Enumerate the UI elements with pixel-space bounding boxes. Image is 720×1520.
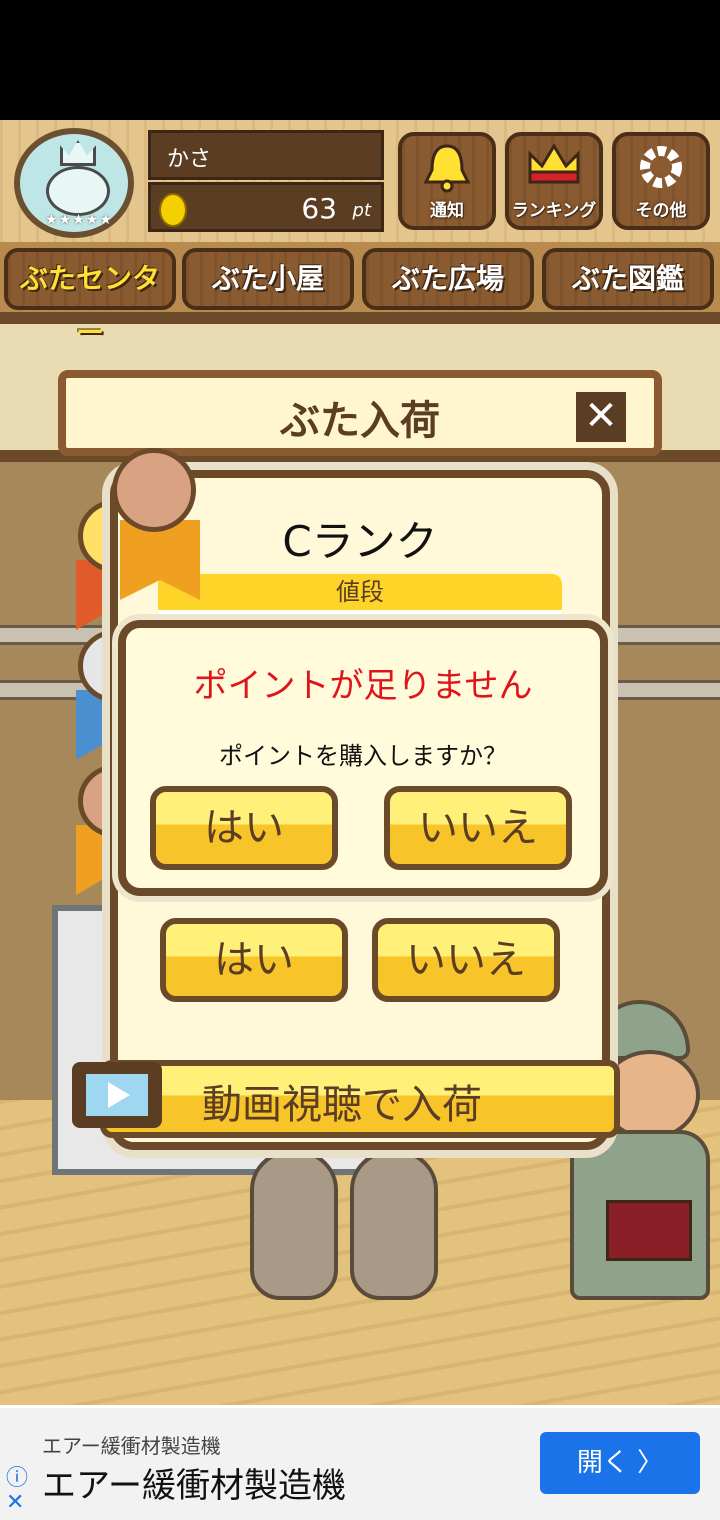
ad-close-icon[interactable]: ✕ [6,1490,24,1515]
other-label: その他 [635,201,687,221]
bell-icon [402,142,492,204]
red-book [606,1200,692,1261]
price-header: 値段 [158,574,562,610]
player-name: かさ [148,130,384,180]
rank-medal-icon [112,448,196,532]
status-bar [0,0,720,120]
roof-beam [0,312,720,324]
dialog-title: ポイントが足りません [193,666,533,706]
pig-character [250,1150,338,1300]
coin-icon [159,193,187,227]
watch-video-label: 動画視聴で入荷 [202,1082,482,1128]
card-no-button[interactable]: いいえ [372,918,560,1002]
close-button[interactable]: ✕ [576,392,626,442]
crown-icon [509,142,599,198]
pig-character [350,1150,438,1300]
tab-buta-zukan[interactable]: ぶた図鑑 [542,248,714,310]
tab-buta-hiroba[interactable]: ぶた広場 [362,248,534,310]
avatar-rank-stars: ★★★★★ [45,212,113,228]
ranking-label: ランキング [511,201,597,221]
points-unit: pt [352,200,371,221]
dialog-no-button[interactable]: いいえ [384,786,572,870]
points-display: 63 pt [148,182,384,232]
notifications-label: 通知 [430,201,464,221]
tab-buta-center[interactable]: ぶたセンター [4,248,176,349]
dialog-message: ポイントを購入しますか？ [219,742,507,770]
panel-title-banner: ぶた入荷 ✕ [58,370,662,456]
card-yes-button[interactable]: はい [160,918,348,1002]
game-area: ★★★★★ かさ 63 pt 通知 ランキング その他 ぶたセンター ぶた小屋 … [0,120,720,1405]
avatar-pig-icon [46,166,110,216]
ad-headline-small[interactable]: エアー緩衝材製造機 [42,1430,221,1459]
insufficient-points-dialog: ポイントが足りません ポイントを購入しますか？ はい いいえ [118,620,608,896]
panel-title: ぶた入荷 [280,398,440,444]
video-icon [72,1062,162,1128]
points-value: 63 [301,192,337,225]
other-button[interactable]: その他 [612,132,710,230]
player-avatar[interactable]: ★★★★★ [14,128,134,238]
ad-open-label: 開く [576,1448,629,1478]
chevron-right-icon: 〉 [637,1448,664,1478]
ad-headline-large[interactable]: エアー緩衝材製造機 [42,1458,346,1507]
tab-buta-goya[interactable]: ぶた小屋 [182,248,354,310]
play-icon [108,1082,130,1108]
ranking-button[interactable]: ランキング [505,132,603,230]
watch-video-button[interactable]: 動画視聴で入荷 [100,1060,620,1138]
ad-open-button[interactable]: 開く 〉 [540,1432,700,1494]
dialog-yes-button[interactable]: はい [150,786,338,870]
ad-info-icon[interactable]: ⓘ [6,1460,28,1492]
gear-icon [616,142,706,202]
notifications-button[interactable]: 通知 [398,132,496,230]
avatar-crown-icon [60,140,96,166]
